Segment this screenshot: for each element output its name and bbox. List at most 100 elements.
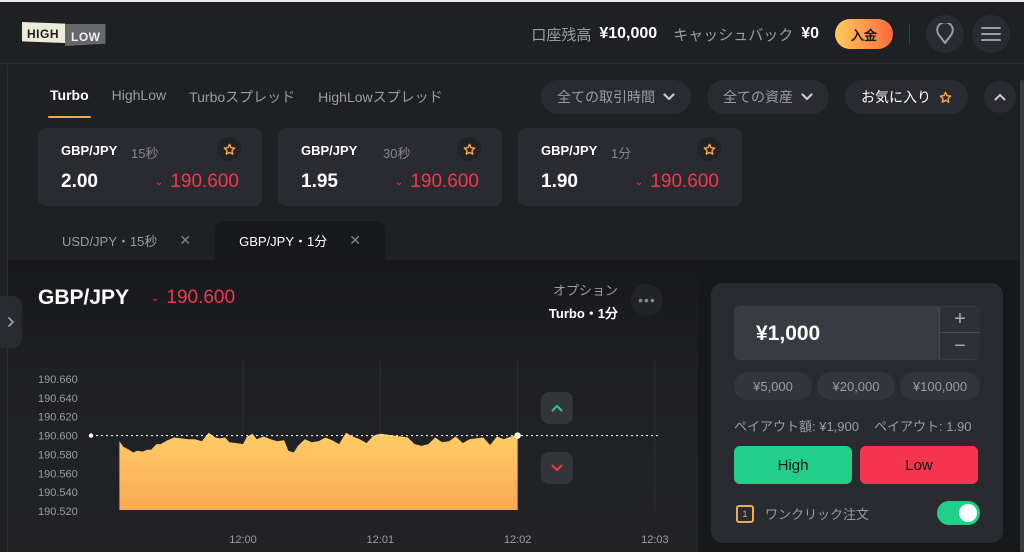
- open-tab-label: USD/JPY・15秒: [62, 234, 158, 249]
- assets-label: 全ての資産: [723, 89, 793, 105]
- close-icon[interactable]: ✕: [179, 232, 191, 249]
- chevron-down-icon: [551, 464, 563, 471]
- y-tick-label: 190.520: [38, 506, 78, 518]
- cashback-label: キャッシュバック: [673, 26, 794, 44]
- direction-buttons: High Low: [734, 446, 978, 484]
- logo-low: LOW: [65, 24, 106, 46]
- chevron-down-icon: [801, 93, 813, 101]
- x-tick-label: 12:00: [229, 534, 257, 546]
- quick-low-button[interactable]: [541, 452, 573, 484]
- favorite-toggle[interactable]: [457, 137, 481, 161]
- asset-payout: 1.95: [301, 171, 338, 192]
- star-icon: [223, 143, 235, 155]
- current-price-dot: [514, 432, 521, 439]
- one-click-label: ワンクリック注文: [765, 507, 870, 522]
- open-asset-tabs: USD/JPY・15秒 ✕ GBP/JPY・1分 ✕: [38, 221, 385, 260]
- amount-value: ¥1,000: [756, 322, 821, 345]
- asset-payout: 2.00: [61, 171, 98, 192]
- asset-price-value: 190.600: [410, 171, 479, 192]
- favorite-toggle[interactable]: [217, 137, 241, 161]
- price-line-start-dot: [88, 433, 94, 438]
- header-divider: [909, 23, 910, 45]
- asset-card[interactable]: GBP/JPY 15秒 2.00 ⌄ 190.600: [38, 128, 262, 206]
- asset-card-list: GBP/JPY 15秒 2.00 ⌄ 190.600 GBP/JPY 30秒 1.…: [38, 128, 758, 206]
- cashback-value: ¥0: [801, 25, 819, 42]
- y-tick-label: 190.640: [38, 393, 78, 405]
- asset-pair: GBP/JPY: [61, 143, 118, 158]
- filter-bar: 全ての取引時間 全ての資産 お気に入り: [525, 80, 1016, 114]
- location-button[interactable]: [926, 15, 964, 53]
- star-icon: [703, 143, 715, 155]
- asset-duration: 15秒: [131, 146, 159, 161]
- tab-turbo[interactable]: Turbo: [48, 87, 91, 118]
- y-tick-label: 190.660: [38, 374, 78, 386]
- payout-amount: ペイアウト額: ¥1,900: [734, 419, 859, 434]
- tab-turbo-spread[interactable]: Turboスプレッド: [189, 87, 295, 118]
- chevron-up-icon: [994, 94, 1006, 101]
- balance-label: 口座残高: [531, 26, 592, 44]
- payout-info: ペイアウト額: ¥1,900 ペイアウト: 1.90: [734, 416, 972, 435]
- asset-duration: 1分: [611, 146, 632, 161]
- star-icon: [939, 91, 952, 103]
- toggle-knob: [959, 504, 977, 522]
- increase-amount-button[interactable]: +: [939, 307, 980, 333]
- decrease-amount-button[interactable]: −: [939, 333, 980, 359]
- menu-button[interactable]: [972, 15, 1010, 53]
- account-summary: 口座残高 ¥10,000 キャッシュバック ¥0 入金: [531, 14, 1010, 54]
- trading-panel: GBP/JPY ⌄ 190.600 オプション Turbo・1分 ••• 190.…: [8, 260, 1020, 552]
- price-down-icon: ⌄: [634, 176, 644, 188]
- y-tick-label: 190.560: [38, 468, 78, 480]
- price-chart[interactable]: 190.660 190.640 190.620 190.600 190.580 190.5…: [8, 260, 698, 552]
- chevron-down-icon: [663, 93, 675, 101]
- asset-pair: GBP/JPY: [541, 143, 598, 158]
- investment-amount-input[interactable]: ¥1,000 + −: [734, 306, 980, 360]
- deposit-button[interactable]: 入金: [835, 19, 893, 49]
- price-down-icon: ⌄: [154, 176, 164, 188]
- chevron-right-icon: [8, 317, 14, 327]
- option-type-tabs: Turbo HighLow Turboスプレッド HighLowスプレッド: [48, 87, 466, 118]
- collapse-button[interactable]: [984, 81, 1016, 113]
- open-tab-usdjpy[interactable]: USD/JPY・15秒 ✕: [38, 221, 215, 260]
- x-tick-label: 12:03: [641, 534, 669, 546]
- asset-payout: 1.90: [541, 171, 578, 192]
- close-icon[interactable]: ✕: [349, 232, 361, 249]
- page-scrollbar[interactable]: [1020, 80, 1024, 552]
- asset-selector: Turbo HighLow Turboスプレッド HighLowスプレッド 全て…: [8, 65, 1020, 260]
- trading-time-label: 全ての取引時間: [557, 89, 655, 105]
- one-click-toggle[interactable]: [937, 501, 980, 525]
- open-tab-gbpjpy[interactable]: GBP/JPY・1分 ✕: [215, 221, 385, 260]
- preset-5000[interactable]: ¥5,000: [734, 372, 812, 400]
- asset-price-value: 190.600: [170, 171, 239, 192]
- asset-card[interactable]: GBP/JPY 30秒 1.95 ⌄ 190.600: [278, 128, 502, 206]
- sidebar-expand-button[interactable]: [0, 296, 22, 348]
- low-button[interactable]: Low: [860, 446, 978, 484]
- asset-price: ⌄ 190.600: [155, 171, 239, 193]
- payout-rate: ペイアウト: 1.90: [874, 419, 972, 434]
- tab-highlow-spread[interactable]: HighLowスプレッド: [318, 87, 442, 118]
- balance-value: ¥10,000: [599, 25, 658, 42]
- open-tab-label: GBP/JPY・1分: [239, 234, 328, 249]
- preset-20000[interactable]: ¥20,000: [817, 372, 895, 400]
- x-tick-label: 12:01: [367, 534, 395, 546]
- highlow-logo[interactable]: HIGH LOW: [22, 22, 106, 46]
- asset-duration: 30秒: [383, 146, 411, 161]
- chevron-up-icon: [551, 405, 563, 412]
- price-down-icon: ⌄: [394, 176, 404, 188]
- assets-dropdown[interactable]: 全ての資産: [707, 80, 829, 114]
- y-tick-label: 190.580: [38, 449, 78, 461]
- favorite-toggle[interactable]: [697, 137, 721, 161]
- chart-area: GBP/JPY ⌄ 190.600 オプション Turbo・1分 ••• 190.…: [8, 260, 698, 552]
- favorites-filter-button[interactable]: お気に入り: [845, 80, 968, 114]
- location-pin-icon: [936, 23, 954, 44]
- asset-price-value: 190.600: [650, 171, 719, 192]
- quick-high-button[interactable]: [541, 392, 573, 424]
- asset-price: ⌄ 190.600: [395, 171, 479, 193]
- tab-highlow[interactable]: HighLow: [112, 87, 166, 118]
- high-button[interactable]: High: [734, 446, 852, 484]
- trading-time-dropdown[interactable]: 全ての取引時間: [541, 80, 691, 114]
- asset-pair: GBP/JPY: [301, 143, 358, 158]
- asset-card[interactable]: GBP/JPY 1分 1.90 ⌄ 190.600: [518, 128, 742, 206]
- preset-100000[interactable]: ¥100,000: [900, 372, 980, 400]
- y-tick-label: 190.600: [38, 431, 78, 443]
- hamburger-menu-icon: [981, 27, 1001, 41]
